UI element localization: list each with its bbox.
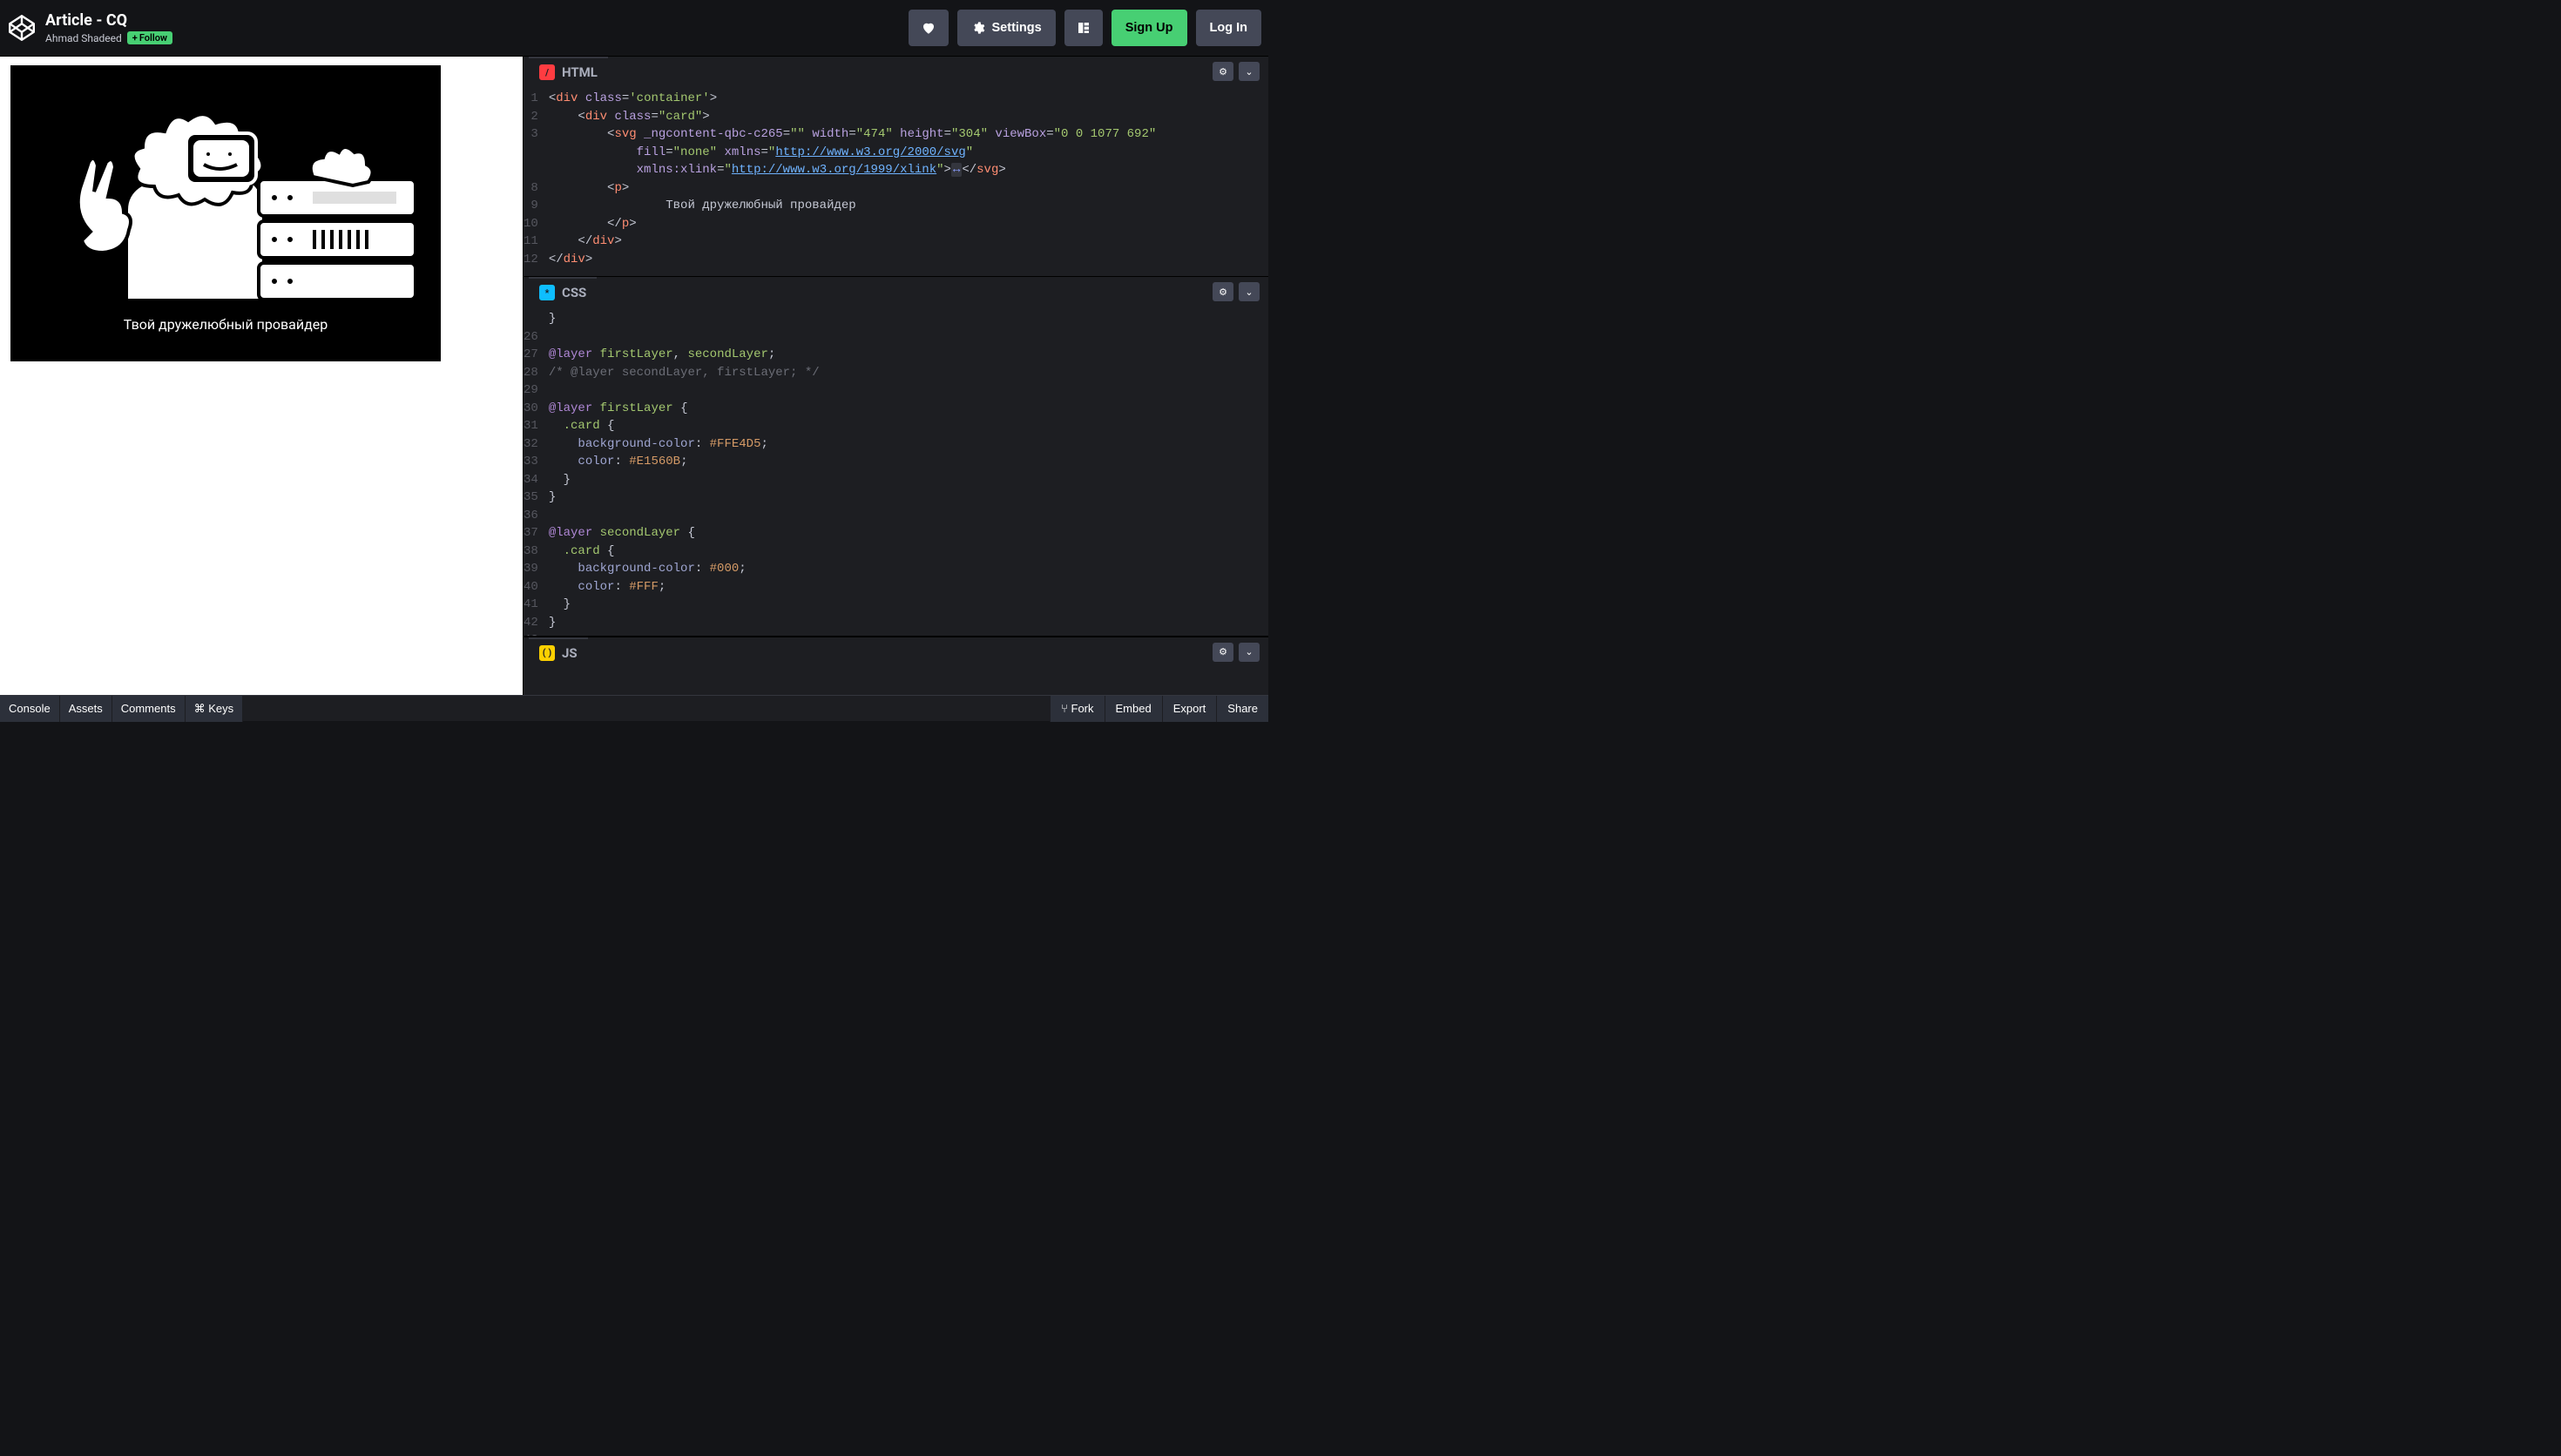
- settings-label: Settings: [992, 21, 1042, 35]
- css-panel: * CSS ⚙ ⌄ 26 27 28 29 30 31 3: [524, 276, 1268, 636]
- css-title: CSS: [562, 285, 586, 300]
- html-editor[interactable]: 1 2 3 8 9 10 11 12 <div class='container…: [524, 86, 1268, 276]
- fork-label: Fork: [1071, 702, 1094, 715]
- gear-icon: ⚙: [1219, 646, 1227, 657]
- plus-icon: +: [132, 32, 138, 44]
- fork-button[interactable]: ⑂ Fork: [1050, 696, 1104, 722]
- export-button[interactable]: Export: [1162, 696, 1217, 722]
- editors: / HTML ⚙ ⌄ 1 2 3 8 9 10: [523, 57, 1268, 695]
- app-header: Article - CQ Ahmad Shadeed + Follow Sett…: [0, 0, 1268, 57]
- fork-icon: ⑂: [1061, 702, 1071, 715]
- main: Твой дружелюбный провайдер / HTML ⚙ ⌄ 1 …: [0, 57, 1268, 695]
- html-settings-button[interactable]: ⚙: [1213, 62, 1233, 81]
- heart-icon: [921, 20, 936, 36]
- footer: Console Assets Comments ⌘ Keys ⑂ Fork Em…: [0, 695, 1268, 721]
- css-code[interactable]: } @layer firstLayer, secondLayer; /* @la…: [544, 307, 1268, 636]
- chevron-down-icon: ⌄: [1245, 286, 1253, 298]
- css-settings-button[interactable]: ⚙: [1213, 282, 1233, 301]
- html-code[interactable]: <div class='container'> <div class="card…: [544, 86, 1268, 276]
- html-badge-icon: /: [539, 64, 555, 80]
- preview-pane: Твой дружелюбный провайдер: [0, 57, 523, 695]
- css-dropdown-button[interactable]: ⌄: [1239, 282, 1260, 301]
- gear-icon: ⚙: [1219, 286, 1227, 298]
- follow-button[interactable]: + Follow: [127, 31, 172, 44]
- html-panel: / HTML ⚙ ⌄ 1 2 3 8 9 10: [524, 57, 1268, 276]
- pen-author[interactable]: Ahmad Shadeed: [45, 32, 122, 44]
- js-badge-icon: ( ): [539, 645, 555, 661]
- settings-button[interactable]: Settings: [957, 10, 1056, 46]
- preview-caption: Твой дружелюбный провайдер: [124, 316, 328, 333]
- css-panel-header: * CSS ⚙ ⌄: [524, 277, 1268, 307]
- preview-illustration: [34, 79, 417, 306]
- gear-icon: ⚙: [1219, 66, 1227, 78]
- css-tab[interactable]: * CSS: [529, 277, 597, 307]
- js-title: JS: [562, 645, 578, 661]
- console-tab[interactable]: Console: [0, 696, 60, 722]
- layout-button[interactable]: [1064, 10, 1103, 46]
- js-panel: ( ) JS ⚙ ⌄: [524, 636, 1268, 666]
- js-tab[interactable]: ( ) JS: [529, 637, 588, 667]
- html-dropdown-button[interactable]: ⌄: [1239, 62, 1260, 81]
- signup-button[interactable]: Sign Up: [1112, 10, 1187, 46]
- heart-button[interactable]: [909, 10, 949, 46]
- share-button[interactable]: Share: [1216, 696, 1268, 722]
- chevron-down-icon: ⌄: [1245, 646, 1253, 657]
- html-title: HTML: [562, 64, 598, 80]
- html-gutter: 1 2 3 8 9 10 11 12: [524, 86, 544, 276]
- login-button[interactable]: Log In: [1196, 10, 1262, 46]
- css-gutter: 26 27 28 29 30 31 32 33 34 35 36 37 38 3…: [524, 307, 544, 636]
- assets-tab[interactable]: Assets: [60, 696, 112, 722]
- codepen-logo[interactable]: [7, 13, 37, 43]
- layout-icon: [1077, 21, 1091, 35]
- keys-tab[interactable]: ⌘ Keys: [186, 696, 244, 722]
- gear-icon: [971, 21, 985, 35]
- js-panel-header: ( ) JS ⚙ ⌄: [524, 637, 1268, 666]
- embed-button[interactable]: Embed: [1105, 696, 1162, 722]
- comments-tab[interactable]: Comments: [112, 696, 186, 722]
- pen-title: Article - CQ: [45, 11, 172, 30]
- html-tab[interactable]: / HTML: [529, 57, 608, 86]
- follow-label: Follow: [139, 32, 167, 44]
- pen-title-block: Article - CQ Ahmad Shadeed + Follow: [45, 11, 172, 44]
- css-badge-icon: *: [539, 285, 555, 300]
- chevron-down-icon: ⌄: [1245, 66, 1253, 78]
- js-settings-button[interactable]: ⚙: [1213, 643, 1233, 662]
- preview-card: Твой дружелюбный провайдер: [10, 65, 441, 361]
- js-dropdown-button[interactable]: ⌄: [1239, 643, 1260, 662]
- html-panel-header: / HTML ⚙ ⌄: [524, 57, 1268, 86]
- css-editor[interactable]: 26 27 28 29 30 31 32 33 34 35 36 37 38 3…: [524, 307, 1268, 636]
